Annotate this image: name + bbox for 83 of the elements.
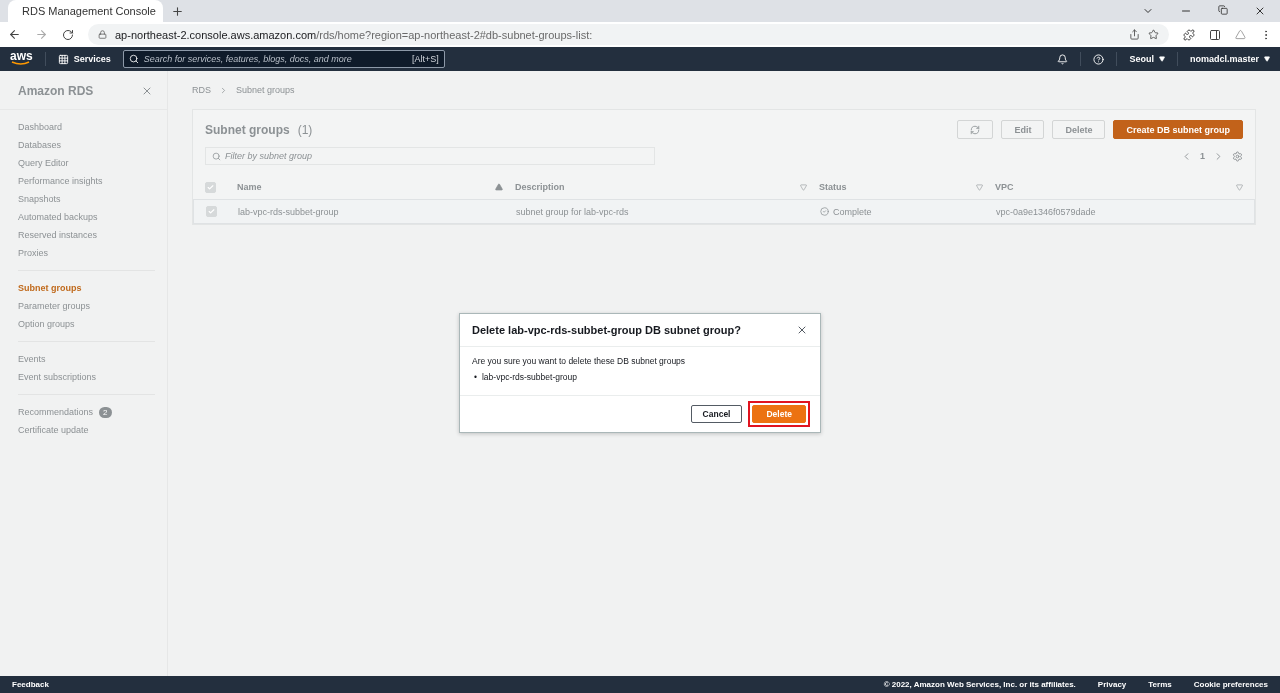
sidebar-link[interactable]: Proxies xyxy=(18,248,48,258)
browser-tab[interactable]: RDS Management Console xyxy=(8,0,163,22)
sidebar-link[interactable]: Certificate update xyxy=(18,425,89,435)
search-icon xyxy=(212,151,221,161)
close-icon[interactable] xyxy=(1254,5,1266,17)
feedback-link[interactable]: Feedback xyxy=(12,680,49,689)
restore-icon[interactable] xyxy=(1218,5,1228,15)
region-menu[interactable]: Seoul xyxy=(1129,54,1165,64)
cancel-button[interactable]: Cancel xyxy=(690,404,743,423)
sort-icon[interactable] xyxy=(800,183,807,191)
success-icon xyxy=(820,207,829,216)
table-cell: vpc-0a9e1346f0579dade xyxy=(996,206,1096,217)
page-number[interactable]: 1 xyxy=(1200,151,1205,161)
column-header[interactable]: Status xyxy=(819,182,847,192)
back-icon[interactable] xyxy=(8,28,21,41)
refresh-icon xyxy=(970,124,981,135)
sidebar-link[interactable]: Events xyxy=(18,354,46,364)
lock-icon xyxy=(98,30,107,39)
account-menu[interactable]: nomadcl.master xyxy=(1189,54,1270,64)
sidebar-link[interactable]: Event subscriptions xyxy=(18,372,97,382)
new-tab-icon[interactable] xyxy=(171,4,184,18)
action-button[interactable]: Delete xyxy=(1052,120,1106,139)
column-header[interactable]: Description xyxy=(515,182,565,192)
forward-icon[interactable] xyxy=(35,28,48,41)
row-checkbox[interactable] xyxy=(206,206,217,217)
copyright-text: © 2022, Amazon Web Services, Inc. or its affiliates. xyxy=(883,680,1076,689)
footer-link[interactable]: Privacy xyxy=(1097,680,1127,689)
delete-button[interactable]: Delete xyxy=(752,404,806,423)
column-header[interactable]: VPC xyxy=(995,182,1014,192)
table-cell: lab-vpc-rds-subbet-group xyxy=(238,206,339,217)
sidebar-link[interactable]: Performance insights xyxy=(18,176,103,186)
sidebar-link[interactable]: Dashboard xyxy=(18,122,63,132)
breadcrumb-link[interactable]: RDS xyxy=(192,85,211,95)
table-cell: Complete xyxy=(833,206,872,217)
footer-link[interactable]: Cookie preferences xyxy=(1193,680,1268,689)
count-badge: 2 xyxy=(99,406,112,418)
action-button[interactable]: Edit xyxy=(1001,120,1045,139)
refresh-button[interactable] xyxy=(957,120,994,139)
side-panel-icon[interactable] xyxy=(1209,28,1221,41)
bell-icon[interactable] xyxy=(1057,53,1069,65)
select-all-checkbox[interactable] xyxy=(205,181,216,193)
sidebar-link[interactable]: Subnet groups xyxy=(18,283,82,293)
panel-title: Subnet groups xyxy=(205,122,290,137)
sidebar-link[interactable]: Reserved instances xyxy=(18,230,98,240)
sort-ascending-icon[interactable] xyxy=(495,183,503,191)
column-header[interactable]: Name xyxy=(237,182,262,192)
footer-link[interactable]: Terms xyxy=(1148,680,1172,689)
sidebar-link[interactable]: Snapshots xyxy=(18,194,61,204)
search-field[interactable]: Search for services, features, blogs, docs, and more [Alt+S] xyxy=(122,50,445,68)
search-icon xyxy=(128,54,139,64)
breadcrumb-link[interactable]: Subnet groups xyxy=(236,85,295,95)
reload-icon[interactable] xyxy=(62,28,74,41)
shortcut-hint: [Alt+S] xyxy=(411,54,439,64)
help-icon[interactable] xyxy=(1093,53,1105,65)
filter-field[interactable]: Filter by subnet group xyxy=(205,147,655,165)
sidebar-link[interactable]: Databases xyxy=(18,140,62,150)
caret-icon xyxy=(1158,56,1165,62)
sidebar-link[interactable]: Option groups xyxy=(18,319,75,329)
sidebar-link[interactable]: Recommendations xyxy=(18,407,94,417)
dialog-message: Are you sure you want to delete these DB subnet groups xyxy=(472,355,687,366)
item-count: (1) xyxy=(297,122,313,137)
share-icon[interactable] xyxy=(1129,29,1140,40)
table-row[interactable]: lab-vpc-rds-subbet-group subnet group for lab-vpc-rds Complete vpc-0a9e1346f0579dade xyxy=(193,199,1255,224)
address-bar[interactable]: ap-northeast-2.console.aws.amazon.com/rds/home?region=ap-northeast-2#db-subnet-groups-list: xyxy=(88,24,1169,45)
services-menu[interactable]: Services xyxy=(57,53,111,65)
sidebar-link[interactable]: Automated backups xyxy=(18,212,98,222)
settings-icon[interactable] xyxy=(1232,150,1243,162)
extensions-icon[interactable] xyxy=(1183,28,1195,41)
sidebar-title: Amazon RDS xyxy=(18,84,94,98)
caret-icon xyxy=(1264,56,1270,62)
table-cell: subnet group for lab-vpc-rds xyxy=(516,206,629,217)
bullet: • xyxy=(474,370,477,383)
sidebar-link[interactable]: Query Editor xyxy=(18,158,69,168)
chevron-right-icon xyxy=(219,85,228,95)
aws-logo[interactable]: aws xyxy=(10,52,33,66)
create-button[interactable]: Create DB subnet group xyxy=(1113,120,1243,139)
grid-icon xyxy=(57,53,69,65)
sort-icon[interactable] xyxy=(1236,183,1243,191)
dialog-title: Delete lab-vpc-rds-subbet-group DB subnet group? xyxy=(472,323,741,336)
sort-icon[interactable] xyxy=(976,183,983,191)
sidebar-link[interactable]: Parameter groups xyxy=(18,301,91,311)
list-item: lab-vpc-rds-subbet-group xyxy=(482,370,577,383)
star-icon[interactable] xyxy=(1148,29,1159,40)
